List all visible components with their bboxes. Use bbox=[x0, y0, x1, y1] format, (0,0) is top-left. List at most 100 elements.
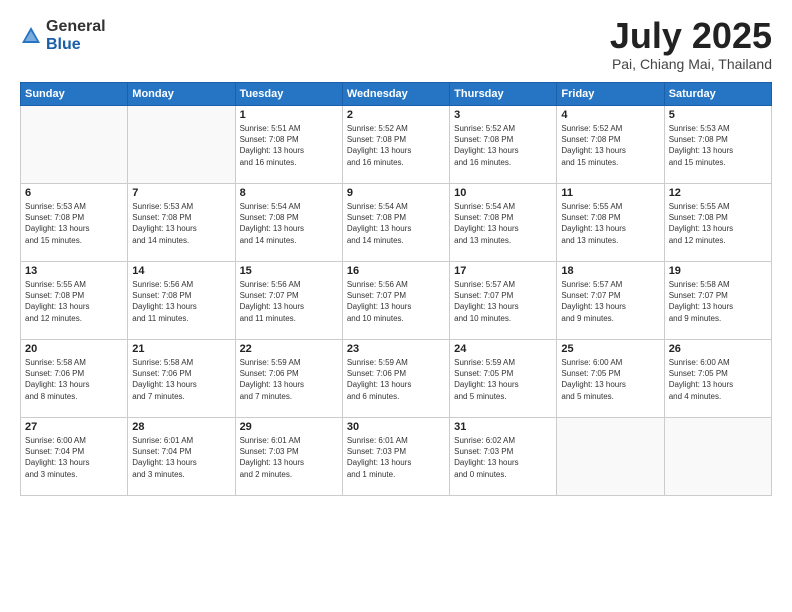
weekday-header-sunday: Sunday bbox=[21, 83, 128, 106]
day-detail: Sunrise: 5:52 AM Sunset: 7:08 PM Dayligh… bbox=[454, 123, 552, 168]
day-number: 28 bbox=[132, 421, 230, 433]
day-cell: 22 Sunrise: 5:59 AM Sunset: 7:06 PM Dayli… bbox=[235, 340, 342, 418]
day-cell: 14 Sunrise: 5:56 AM Sunset: 7:08 PM Dayli… bbox=[128, 262, 235, 340]
day-cell: 9 Sunrise: 5:54 AM Sunset: 7:08 PM Daylig… bbox=[342, 184, 449, 262]
day-detail: Sunrise: 5:59 AM Sunset: 7:06 PM Dayligh… bbox=[240, 357, 338, 402]
day-number: 30 bbox=[347, 421, 445, 433]
day-number: 22 bbox=[240, 343, 338, 355]
day-cell bbox=[557, 418, 664, 496]
day-number: 18 bbox=[561, 265, 659, 277]
day-number: 4 bbox=[561, 109, 659, 121]
day-detail: Sunrise: 6:00 AM Sunset: 7:04 PM Dayligh… bbox=[25, 435, 123, 480]
day-detail: Sunrise: 5:54 AM Sunset: 7:08 PM Dayligh… bbox=[240, 201, 338, 246]
day-cell: 19Sunrise: 5:58 AM Sunset: 7:07 PM Dayli… bbox=[664, 262, 771, 340]
day-cell: 21 Sunrise: 5:58 AM Sunset: 7:06 PM Dayli… bbox=[128, 340, 235, 418]
week-row-4: 27 Sunrise: 6:00 AM Sunset: 7:04 PM Dayli… bbox=[21, 418, 772, 496]
day-detail: Sunrise: 5:59 AM Sunset: 7:05 PM Dayligh… bbox=[454, 357, 552, 402]
logo-text: General Blue bbox=[46, 18, 106, 53]
day-cell: 18 Sunrise: 5:57 AM Sunset: 7:07 PM Dayli… bbox=[557, 262, 664, 340]
day-detail: Sunrise: 5:53 AM Sunset: 7:08 PM Dayligh… bbox=[132, 201, 230, 246]
day-detail: Sunrise: 5:53 AM Sunset: 7:08 PM Dayligh… bbox=[669, 123, 767, 168]
day-cell: 23 Sunrise: 5:59 AM Sunset: 7:06 PM Dayli… bbox=[342, 340, 449, 418]
day-cell bbox=[128, 106, 235, 184]
weekday-header-tuesday: Tuesday bbox=[235, 83, 342, 106]
day-cell: 13Sunrise: 5:55 AM Sunset: 7:08 PM Dayli… bbox=[21, 262, 128, 340]
month-title: July 2025 bbox=[610, 18, 772, 54]
day-detail: Sunrise: 5:53 AM Sunset: 7:08 PM Dayligh… bbox=[25, 201, 123, 246]
weekday-header-thursday: Thursday bbox=[450, 83, 557, 106]
day-cell: 17Sunrise: 5:57 AM Sunset: 7:07 PM Dayli… bbox=[450, 262, 557, 340]
day-number: 27 bbox=[25, 421, 123, 433]
day-cell bbox=[664, 418, 771, 496]
logo-general: General bbox=[46, 18, 106, 36]
day-detail: Sunrise: 5:57 AM Sunset: 7:07 PM Dayligh… bbox=[561, 279, 659, 324]
day-cell: 2Sunrise: 5:52 AM Sunset: 7:08 PM Daylig… bbox=[342, 106, 449, 184]
day-number: 21 bbox=[132, 343, 230, 355]
day-number: 1 bbox=[240, 109, 338, 121]
day-cell bbox=[21, 106, 128, 184]
day-cell: 31Sunrise: 6:02 AM Sunset: 7:03 PM Dayli… bbox=[450, 418, 557, 496]
day-detail: Sunrise: 5:55 AM Sunset: 7:08 PM Dayligh… bbox=[25, 279, 123, 324]
day-cell: 25Sunrise: 6:00 AM Sunset: 7:05 PM Dayli… bbox=[557, 340, 664, 418]
logo-blue: Blue bbox=[46, 36, 106, 54]
day-detail: Sunrise: 5:52 AM Sunset: 7:08 PM Dayligh… bbox=[561, 123, 659, 168]
day-number: 6 bbox=[25, 187, 123, 199]
day-detail: Sunrise: 5:56 AM Sunset: 7:07 PM Dayligh… bbox=[240, 279, 338, 324]
day-number: 23 bbox=[347, 343, 445, 355]
day-detail: Sunrise: 5:57 AM Sunset: 7:07 PM Dayligh… bbox=[454, 279, 552, 324]
day-cell: 7Sunrise: 5:53 AM Sunset: 7:08 PM Daylig… bbox=[128, 184, 235, 262]
day-detail: Sunrise: 6:01 AM Sunset: 7:04 PM Dayligh… bbox=[132, 435, 230, 480]
day-number: 2 bbox=[347, 109, 445, 121]
location: Pai, Chiang Mai, Thailand bbox=[610, 56, 772, 72]
title-block: July 2025 Pai, Chiang Mai, Thailand bbox=[610, 18, 772, 72]
day-detail: Sunrise: 5:58 AM Sunset: 7:06 PM Dayligh… bbox=[25, 357, 123, 402]
day-detail: Sunrise: 5:55 AM Sunset: 7:08 PM Dayligh… bbox=[669, 201, 767, 246]
weekday-header-wednesday: Wednesday bbox=[342, 83, 449, 106]
day-cell: 10 Sunrise: 5:54 AM Sunset: 7:08 PM Dayli… bbox=[450, 184, 557, 262]
day-number: 9 bbox=[347, 187, 445, 199]
day-cell: 3 Sunrise: 5:52 AM Sunset: 7:08 PM Daylig… bbox=[450, 106, 557, 184]
day-cell: 12 Sunrise: 5:55 AM Sunset: 7:08 PM Dayli… bbox=[664, 184, 771, 262]
day-detail: Sunrise: 6:00 AM Sunset: 7:05 PM Dayligh… bbox=[669, 357, 767, 402]
day-number: 8 bbox=[240, 187, 338, 199]
logo: General Blue bbox=[20, 18, 106, 53]
day-detail: Sunrise: 5:59 AM Sunset: 7:06 PM Dayligh… bbox=[347, 357, 445, 402]
day-detail: Sunrise: 5:56 AM Sunset: 7:07 PM Dayligh… bbox=[347, 279, 445, 324]
day-number: 25 bbox=[561, 343, 659, 355]
day-detail: Sunrise: 5:56 AM Sunset: 7:08 PM Dayligh… bbox=[132, 279, 230, 324]
day-number: 3 bbox=[454, 109, 552, 121]
header: General Blue July 2025 Pai, Chiang Mai, … bbox=[20, 18, 772, 72]
day-number: 12 bbox=[669, 187, 767, 199]
day-cell: 28 Sunrise: 6:01 AM Sunset: 7:04 PM Dayli… bbox=[128, 418, 235, 496]
page: General Blue July 2025 Pai, Chiang Mai, … bbox=[0, 0, 792, 612]
weekday-header-friday: Friday bbox=[557, 83, 664, 106]
day-cell: 27 Sunrise: 6:00 AM Sunset: 7:04 PM Dayli… bbox=[21, 418, 128, 496]
day-cell: 6 Sunrise: 5:53 AM Sunset: 7:08 PM Daylig… bbox=[21, 184, 128, 262]
calendar: SundayMondayTuesdayWednesdayThursdayFrid… bbox=[20, 82, 772, 496]
day-number: 19 bbox=[669, 265, 767, 277]
day-cell: 5Sunrise: 5:53 AM Sunset: 7:08 PM Daylig… bbox=[664, 106, 771, 184]
weekday-header-saturday: Saturday bbox=[664, 83, 771, 106]
day-detail: Sunrise: 5:54 AM Sunset: 7:08 PM Dayligh… bbox=[454, 201, 552, 246]
day-cell: 11Sunrise: 5:55 AM Sunset: 7:08 PM Dayli… bbox=[557, 184, 664, 262]
day-number: 24 bbox=[454, 343, 552, 355]
day-number: 26 bbox=[669, 343, 767, 355]
day-number: 10 bbox=[454, 187, 552, 199]
day-number: 16 bbox=[347, 265, 445, 277]
day-number: 14 bbox=[132, 265, 230, 277]
day-cell: 8 Sunrise: 5:54 AM Sunset: 7:08 PM Daylig… bbox=[235, 184, 342, 262]
day-cell: 15Sunrise: 5:56 AM Sunset: 7:07 PM Dayli… bbox=[235, 262, 342, 340]
week-row-0: 1 Sunrise: 5:51 AM Sunset: 7:08 PM Daylig… bbox=[21, 106, 772, 184]
day-detail: Sunrise: 5:54 AM Sunset: 7:08 PM Dayligh… bbox=[347, 201, 445, 246]
day-cell: 24 Sunrise: 5:59 AM Sunset: 7:05 PM Dayli… bbox=[450, 340, 557, 418]
day-detail: Sunrise: 5:51 AM Sunset: 7:08 PM Dayligh… bbox=[240, 123, 338, 168]
day-detail: Sunrise: 5:58 AM Sunset: 7:06 PM Dayligh… bbox=[132, 357, 230, 402]
weekday-header-monday: Monday bbox=[128, 83, 235, 106]
day-detail: Sunrise: 6:01 AM Sunset: 7:03 PM Dayligh… bbox=[347, 435, 445, 480]
day-number: 29 bbox=[240, 421, 338, 433]
day-number: 20 bbox=[25, 343, 123, 355]
day-detail: Sunrise: 6:02 AM Sunset: 7:03 PM Dayligh… bbox=[454, 435, 552, 480]
week-row-3: 20 Sunrise: 5:58 AM Sunset: 7:06 PM Dayli… bbox=[21, 340, 772, 418]
day-cell: 29Sunrise: 6:01 AM Sunset: 7:03 PM Dayli… bbox=[235, 418, 342, 496]
weekday-header-row: SundayMondayTuesdayWednesdayThursdayFrid… bbox=[21, 83, 772, 106]
